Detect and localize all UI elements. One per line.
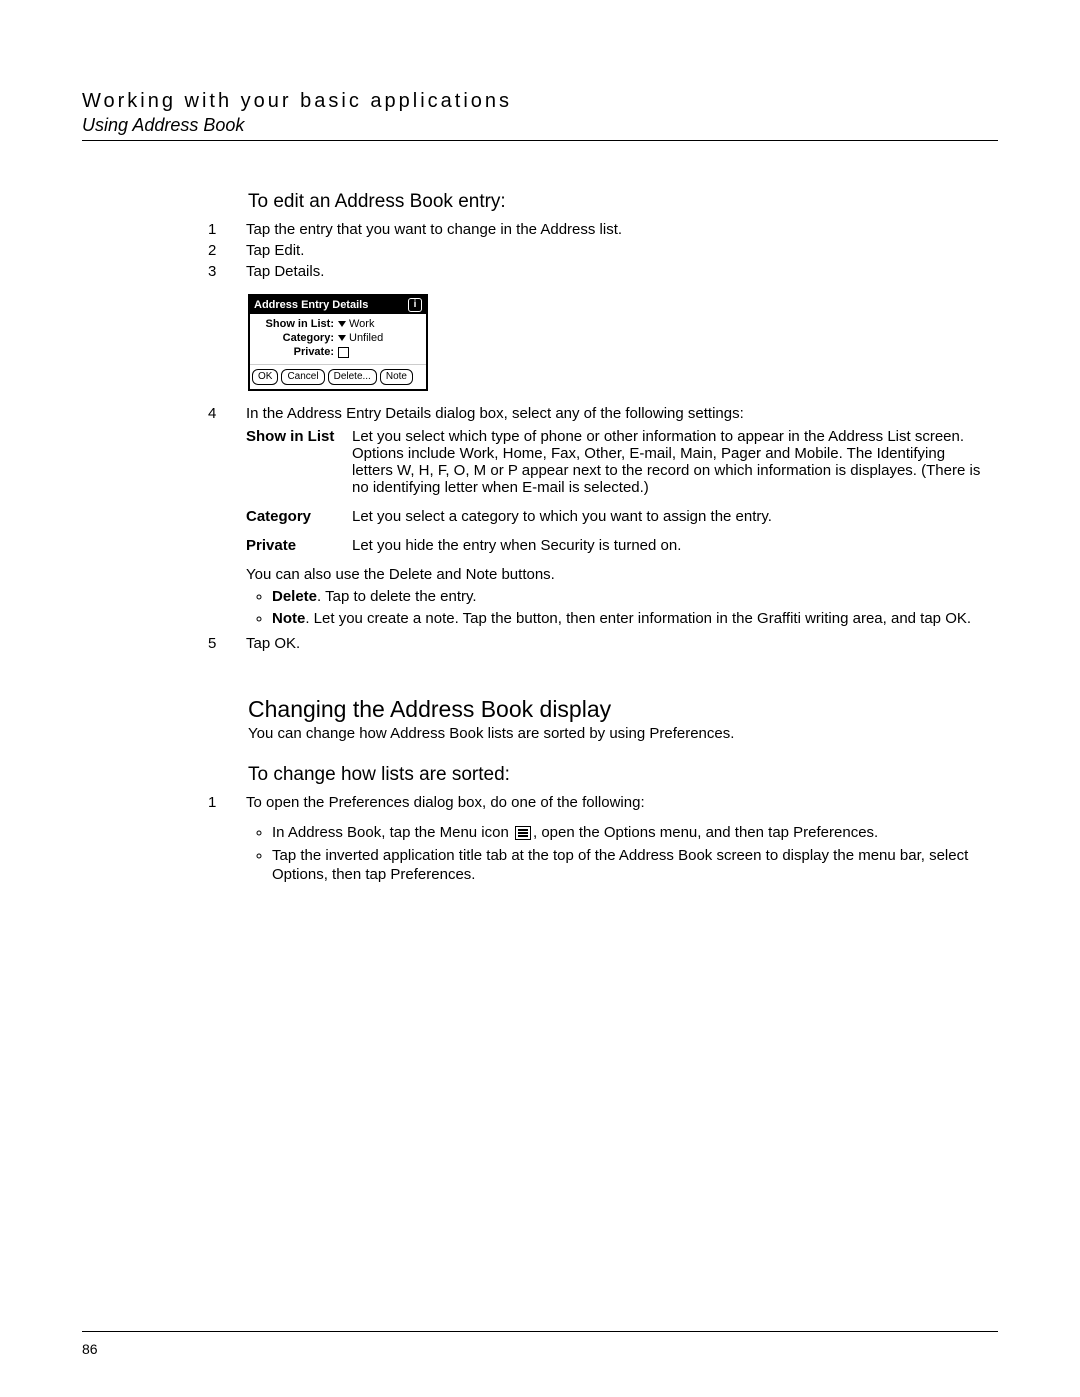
edit-entry-steps: Tap the entry that you want to change in… <box>208 221 988 280</box>
list-item: In Address Book, tap the Menu icon , ope… <box>272 823 988 842</box>
content-column: To edit an Address Book entry: Tap the e… <box>248 191 988 887</box>
dialog-title: Address Entry Details <box>254 299 368 311</box>
footer-rule <box>82 1331 998 1332</box>
page-number: 86 <box>82 1341 98 1357</box>
step-text: Tap OK. <box>246 635 988 652</box>
preferences-bullets: In Address Book, tap the Menu icon , ope… <box>246 823 988 884</box>
page: Working with your basic applications Usi… <box>0 0 1080 1397</box>
list-item: Note. Let you create a note. Tap the but… <box>272 609 988 628</box>
step-text: Tap the entry that you want to change in… <box>246 221 988 238</box>
def-term: Private <box>246 537 352 554</box>
list-item: Tap the inverted application title tab a… <box>272 846 988 884</box>
def-term: Category <box>246 508 352 525</box>
info-icon: i <box>408 298 422 312</box>
field-label: Private: <box>256 346 334 358</box>
dialog-title-bar: Address Entry Details i <box>250 296 426 314</box>
delete-note-bullets: Delete. Tap to delete the entry. Note. L… <box>246 587 988 628</box>
step-text: Tap Details. <box>246 263 988 280</box>
def-term: Show in List <box>246 428 352 496</box>
dropdown-arrow-icon[interactable] <box>338 335 346 341</box>
step-text: In the Address Entry Details dialog box,… <box>246 405 744 422</box>
section-heading: Changing the Address Book display <box>248 696 988 723</box>
dropdown-arrow-icon[interactable] <box>338 321 346 327</box>
page-header: Working with your basic applications Usi… <box>82 90 998 141</box>
def-desc: Let you select a category to which you w… <box>352 508 988 525</box>
field-value: Unfiled <box>349 332 383 344</box>
ok-button[interactable]: OK <box>252 369 278 385</box>
step-text: Tap Edit. <box>246 242 988 259</box>
menu-icon <box>515 826 531 840</box>
settings-definitions: Show in List Let you select which type o… <box>246 428 988 554</box>
change-sort-steps: To open the Preferences dialog box, do o… <box>208 794 988 887</box>
note-button[interactable]: Note <box>380 369 413 385</box>
cancel-button[interactable]: Cancel <box>281 369 324 385</box>
subheading-change-sort: To change how lists are sorted: <box>248 764 988 786</box>
step-text: To open the Preferences dialog box, do o… <box>246 794 645 811</box>
section-title: Using Address Book <box>82 115 998 136</box>
subheading-edit-entry: To edit an Address Book entry: <box>248 191 988 213</box>
figure-address-entry-details: Address Entry Details i Show in List: Wo… <box>248 294 988 391</box>
field-label: Category: <box>256 332 334 344</box>
paragraph: You can also use the Delete and Note but… <box>246 566 988 583</box>
field-value: Work <box>349 318 374 330</box>
private-checkbox[interactable] <box>338 347 349 358</box>
def-desc: Let you select which type of phone or ot… <box>352 428 988 496</box>
list-item: Delete. Tap to delete the entry. <box>272 587 988 606</box>
edit-entry-steps-cont: In the Address Entry Details dialog box,… <box>208 405 988 652</box>
chapter-title: Working with your basic applications <box>82 90 998 113</box>
paragraph: You can change how Address Book lists ar… <box>248 725 988 742</box>
def-desc: Let you hide the entry when Security is … <box>352 537 988 554</box>
delete-button[interactable]: Delete... <box>328 369 377 385</box>
field-label: Show in List: <box>256 318 334 330</box>
